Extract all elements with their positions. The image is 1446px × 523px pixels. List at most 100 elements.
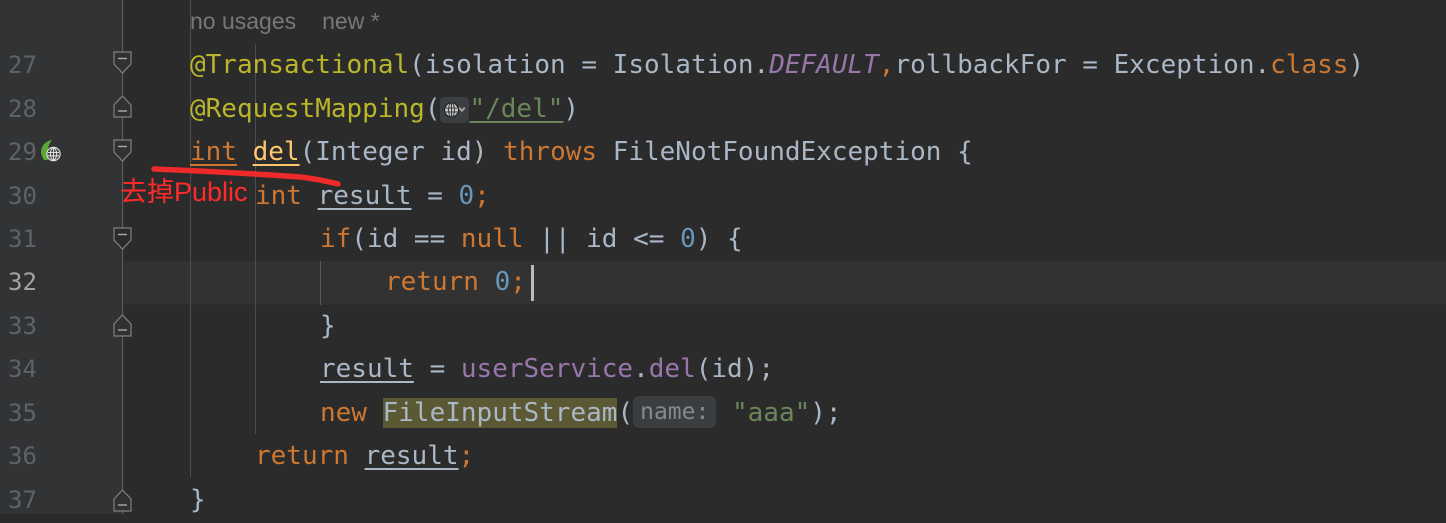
token-operator-or: || <box>523 224 587 254</box>
token-operator: = <box>413 354 461 384</box>
token-variable: result <box>320 354 414 384</box>
token-operator: = <box>411 181 459 211</box>
token-brace: } <box>320 311 336 341</box>
token-operator: = <box>1066 50 1114 80</box>
token-brace: { <box>941 137 973 167</box>
token-keyword-if: if <box>320 224 352 254</box>
line-number-32: 32 <box>8 268 37 296</box>
token-keyword-null: null <box>460 224 524 254</box>
token-annotation: @Transactional <box>190 50 410 80</box>
token-semicolon: ; <box>474 181 490 211</box>
token-dot: . <box>633 354 649 384</box>
token-paren: ) <box>563 94 580 124</box>
token-class-ref: Exception. <box>1113 50 1271 80</box>
text-caret <box>531 265 534 301</box>
current-line-highlight <box>0 261 1446 305</box>
token-variable: result <box>317 181 412 211</box>
token-keyword-return: return <box>255 441 349 471</box>
token-paren: ( <box>351 224 367 254</box>
token-brace: ) { <box>695 224 743 254</box>
token-param-type: Integer <box>315 137 425 167</box>
code-line-31[interactable]: if(id == null || id <= 0) { <box>320 218 743 262</box>
fold-marker-collapse-28[interactable] <box>113 95 132 121</box>
line-number-36: 36 <box>8 442 37 470</box>
globe-icon <box>444 102 466 118</box>
token-field-ref: userService <box>460 354 634 384</box>
fold-marker-collapse-27[interactable] <box>113 51 132 77</box>
code-line-29[interactable]: int del(Integer id) throws FileNotFoundE… <box>190 131 973 175</box>
fold-marker-collapse-33[interactable] <box>113 314 132 340</box>
token-string-literal: "aaa" <box>732 398 811 428</box>
code-vision-authors[interactable]: new * <box>322 8 380 34</box>
token-type-int: int <box>255 181 302 211</box>
token-method-name: del <box>252 137 300 167</box>
token-paren: ( <box>424 94 441 124</box>
token-variable: result <box>364 441 459 471</box>
code-line-33[interactable]: } <box>320 305 336 349</box>
token-keyword-return: return <box>385 267 479 297</box>
token-variable: id <box>366 224 399 254</box>
code-vision-usages[interactable]: no usages <box>190 8 296 34</box>
code-line-34[interactable]: result = userService.del(id); <box>320 348 774 392</box>
fold-region-line <box>122 0 123 514</box>
token-paren-semicolon: ); <box>810 398 842 428</box>
code-vision-hints[interactable]: no usages new * <box>190 0 380 44</box>
inlay-parameter-hint-name[interactable]: name: <box>633 396 717 428</box>
code-line-36[interactable]: return result; <box>255 435 474 479</box>
token-param-name: isolation <box>424 50 566 80</box>
token-url-string[interactable]: "/del" <box>469 94 563 124</box>
token-keyword-class: class <box>1270 50 1349 80</box>
fold-marker-collapse-31[interactable] <box>113 227 132 253</box>
code-line-28[interactable]: @RequestMapping( "/del") <box>190 88 579 132</box>
token-brace: } <box>190 485 206 515</box>
token-exception-type: FileNotFoundException <box>612 137 942 167</box>
code-line-32[interactable]: return 0; <box>385 261 526 305</box>
token-paren: ( <box>299 137 316 167</box>
line-number-33: 33 <box>8 312 37 340</box>
red-note-text: 去掉Public <box>120 177 248 207</box>
chevron-down-icon <box>458 107 466 112</box>
token-param-name: id <box>440 137 472 167</box>
indent-guide <box>320 261 321 305</box>
token-semicolon: ; <box>458 441 475 471</box>
spring-mvc-request-mapping-icon[interactable] <box>36 136 66 166</box>
fold-marker-collapse-29[interactable] <box>113 139 132 165</box>
token-keyword-throws: throws <box>503 137 598 167</box>
line-number-35: 35 <box>8 399 37 427</box>
url-mapping-gutter-chip[interactable] <box>440 97 470 123</box>
line-number-28: 28 <box>8 95 37 123</box>
code-line-35[interactable]: new FileInputStream(name: "aaa"); <box>320 392 842 436</box>
token-number: 0 <box>494 267 511 297</box>
token-paren: ( <box>617 398 634 428</box>
token-paren-semicolon: ); <box>742 354 774 384</box>
code-line-30[interactable]: int result = 0; <box>255 175 490 219</box>
token-argument: id <box>711 354 743 384</box>
line-number-31: 31 <box>8 225 37 253</box>
token-number: 0 <box>458 181 475 211</box>
token-return-type: int <box>190 137 237 167</box>
token-operator: == <box>398 224 461 254</box>
token-class-ref: Isolation. <box>612 50 770 80</box>
code-line-27[interactable]: @Transactional(isolation = Isolation.DEF… <box>190 44 1364 88</box>
token-comma: , <box>878 50 895 80</box>
line-number-27: 27 <box>8 51 37 79</box>
token-paren: ) <box>1348 50 1365 80</box>
token-operator: <= <box>617 224 681 254</box>
fold-marker-collapse-37[interactable] <box>113 489 132 515</box>
token-annotation: @RequestMapping <box>190 94 425 124</box>
token-static-const: DEFAULT <box>769 50 879 80</box>
token-paren: ( <box>695 354 712 384</box>
token-semicolon: ; <box>510 267 526 297</box>
token-paren: ) <box>471 137 488 167</box>
token-keyword-new: new <box>320 398 367 428</box>
code-editor[interactable]: 27 28 29 30 31 32 33 34 35 36 37 no usag… <box>0 0 1446 515</box>
code-line-37[interactable]: } <box>190 479 206 523</box>
